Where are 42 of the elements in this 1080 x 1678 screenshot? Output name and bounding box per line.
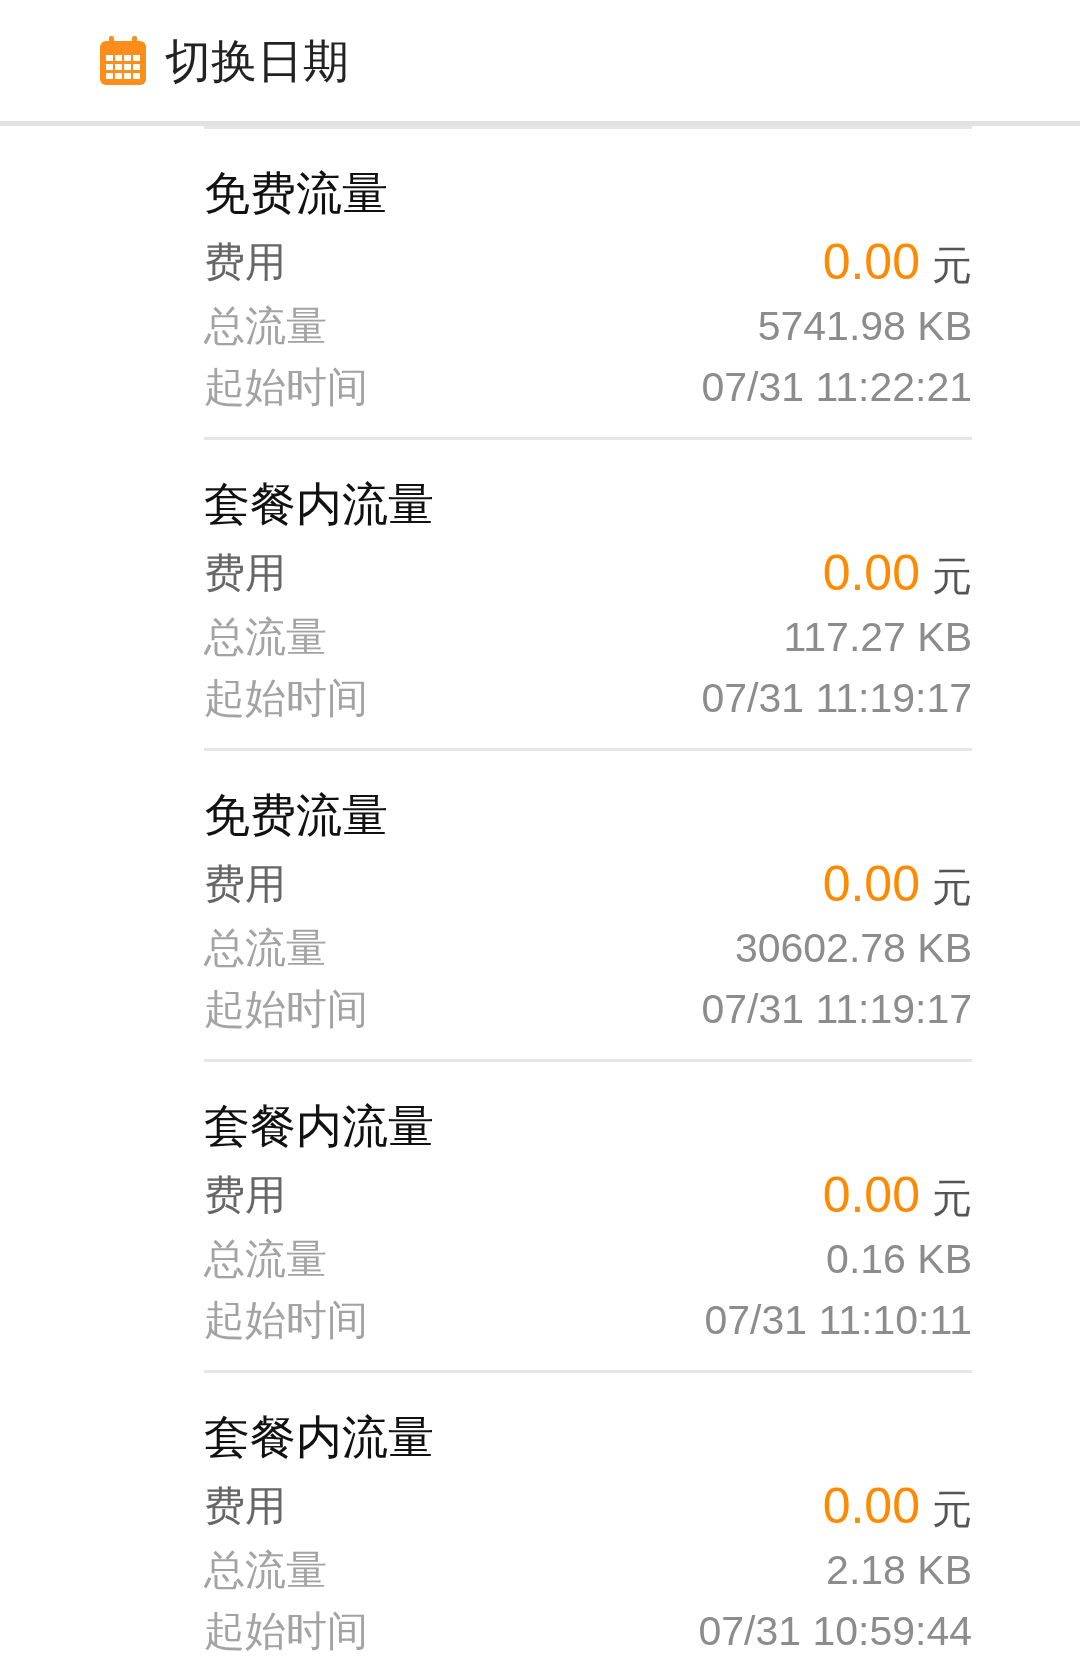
fee-amount: 0.00: [822, 1481, 920, 1531]
fee-amount: 0.00: [822, 859, 920, 909]
total-value: 117.27 KB: [783, 616, 972, 658]
start-time-value: 07/31 11:22:21: [701, 366, 972, 408]
record-title: 套餐内流量: [204, 1411, 434, 1463]
total-label: 总流量: [204, 927, 327, 969]
total-value: 30602.78 KB: [734, 927, 972, 969]
fee-amount: 0.00: [822, 548, 920, 598]
total-value: 0.16 KB: [826, 1238, 972, 1280]
start-time-value: 07/31 11:10:11: [704, 1299, 972, 1341]
start-time-value: 07/31 11:19:17: [701, 988, 972, 1030]
currency-unit: 元: [932, 1489, 972, 1529]
record-title: 免费流量: [204, 167, 388, 219]
fee-label: 费用: [204, 1485, 286, 1527]
start-time-value: 07/31 11:19:17: [701, 677, 972, 719]
currency-unit: 元: [932, 556, 972, 596]
total-label: 总流量: [204, 616, 327, 658]
start-time-label: 起始时间: [204, 1299, 368, 1341]
fee-label: 费用: [204, 1174, 286, 1216]
total-value: 2.18 KB: [826, 1549, 972, 1591]
fee-label: 费用: [204, 241, 286, 283]
currency-unit: 元: [932, 1178, 972, 1218]
total-label: 总流量: [204, 305, 327, 347]
total-value: 5741.98 KB: [757, 305, 972, 347]
fee-label: 费用: [204, 552, 286, 594]
currency-unit: 元: [932, 245, 972, 285]
start-time-label: 起始时间: [204, 1610, 368, 1652]
start-time-value: 07/31 10:59:44: [698, 1610, 972, 1652]
fee-amount: 0.00: [822, 237, 920, 287]
start-time-label: 起始时间: [204, 988, 368, 1030]
currency-unit: 元: [932, 867, 972, 907]
record-title: 套餐内流量: [204, 1100, 434, 1152]
start-time-label: 起始时间: [204, 677, 368, 719]
start-time-label: 起始时间: [204, 366, 368, 408]
total-label: 总流量: [204, 1549, 327, 1591]
total-label: 总流量: [204, 1238, 327, 1280]
calendar-icon[interactable]: [98, 34, 148, 87]
header-title[interactable]: 切换日期: [165, 37, 349, 84]
fee-amount: 0.00: [822, 1170, 920, 1220]
fee-label: 费用: [204, 863, 286, 905]
record-title: 套餐内流量: [204, 478, 434, 530]
record-title: 免费流量: [204, 789, 388, 841]
